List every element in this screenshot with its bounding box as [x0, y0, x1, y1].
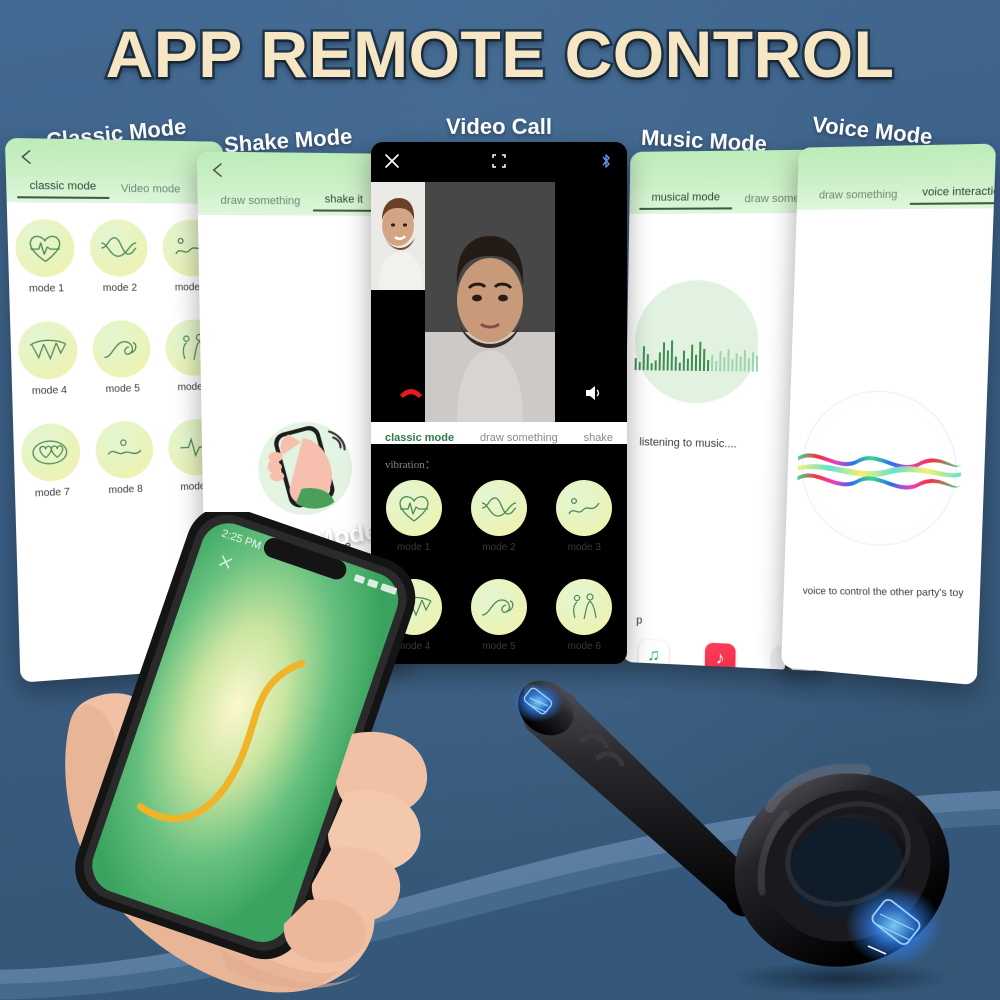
mode-item[interactable]: mode 8: [87, 420, 161, 497]
mode-item[interactable]: mode 1: [7, 219, 84, 295]
tab-draw-something[interactable]: draw something: [208, 195, 313, 212]
ocean-wave-icon: [92, 320, 152, 379]
video-call-controls: [371, 380, 627, 414]
mode-item[interactable]: mode 3: [542, 480, 627, 553]
swim-icon: [94, 420, 154, 480]
wave-cross-icon: [89, 219, 149, 277]
self-video-thumbnail[interactable]: [371, 182, 425, 290]
mode-label: mode 7: [34, 486, 71, 500]
back-chevron-icon[interactable]: [18, 148, 35, 165]
mode-label: mode 4: [31, 384, 68, 398]
video-call-tab-bar: classic mode draw something shake: [371, 422, 627, 444]
classic-tab-bar: classic mode Video mode music mode: [6, 179, 237, 200]
bunting-icon: [17, 320, 79, 380]
mode-label: mode 2: [482, 542, 516, 553]
slide-mode-hand-phone: 2:25 PM: [60, 506, 460, 1000]
vibration-section-label: vibration：: [385, 459, 436, 471]
tab-classic-mode[interactable]: classic mode: [385, 432, 454, 444]
mode-label: mode 8: [108, 483, 143, 497]
bubble-wave-icon: [556, 480, 613, 536]
tab-musical-mode[interactable]: musical mode: [639, 191, 733, 210]
mode-item[interactable]: mode 2: [82, 219, 157, 294]
bluetooth-icon[interactable]: [597, 152, 615, 170]
mode-item[interactable]: mode 5: [84, 320, 159, 396]
caption-video-call: Video Call: [446, 114, 552, 139]
mode-label: mode 5: [105, 383, 141, 396]
tab-voice-interaction[interactable]: voice interaction: [909, 185, 997, 205]
voice-topbar: draw something voice interaction interac…: [796, 143, 997, 210]
double-heart-icon: [20, 422, 82, 483]
page-title: APP REMOTE CONTROL: [103, 15, 896, 94]
tab-draw-something[interactable]: draw something: [480, 432, 558, 444]
speaker-icon[interactable]: [583, 383, 603, 403]
tab-classic-mode[interactable]: classic mode: [16, 179, 109, 199]
back-chevron-icon[interactable]: [209, 162, 226, 179]
ocean-wave-icon: [470, 579, 527, 635]
voice-tab-bar: draw something voice interaction interac…: [797, 185, 997, 205]
wave-cross-icon: [470, 480, 527, 536]
video-call-stage: [371, 182, 627, 422]
mode-item[interactable]: mode 2: [456, 480, 541, 553]
mode-label: mode 3: [567, 542, 601, 553]
music-status-text: listening to music....: [639, 436, 737, 451]
tab-video-mode[interactable]: Video mode: [108, 183, 192, 200]
poster-root: APP REMOTE CONTROL Classic Mode Shake Mo…: [0, 0, 1000, 1000]
music-apps-label: p: [636, 614, 643, 627]
tab-shake[interactable]: shake: [584, 432, 613, 444]
fullscreen-icon[interactable]: [490, 152, 508, 170]
panel-voice-mode: draw something voice interaction interac…: [781, 143, 997, 686]
voice-caption: voice to control the other party's toy: [802, 585, 964, 600]
hangup-icon[interactable]: [399, 386, 423, 400]
people-icon: [556, 579, 613, 635]
mode-item[interactable]: mode 7: [13, 422, 89, 500]
close-icon[interactable]: [383, 152, 401, 170]
tab-shake-it[interactable]: shake it: [312, 193, 376, 212]
mode-item[interactable]: mode 4: [10, 320, 86, 398]
voice-color-wave-icon: [797, 452, 962, 493]
heartbeat-icon: [15, 219, 76, 278]
mode-label: mode 2: [102, 282, 138, 295]
video-call-header: [371, 142, 627, 182]
mode-label: mode 1: [28, 283, 65, 295]
shake-phone-illustration: [257, 421, 353, 517]
product-image: [470, 640, 1000, 1000]
music-equalizer-icon: [633, 340, 759, 372]
tab-draw-something[interactable]: draw something: [807, 188, 910, 205]
classic-topbar: classic mode Video mode music mode: [4, 137, 237, 204]
voice-body: voice to control the other party's toy: [781, 208, 994, 686]
